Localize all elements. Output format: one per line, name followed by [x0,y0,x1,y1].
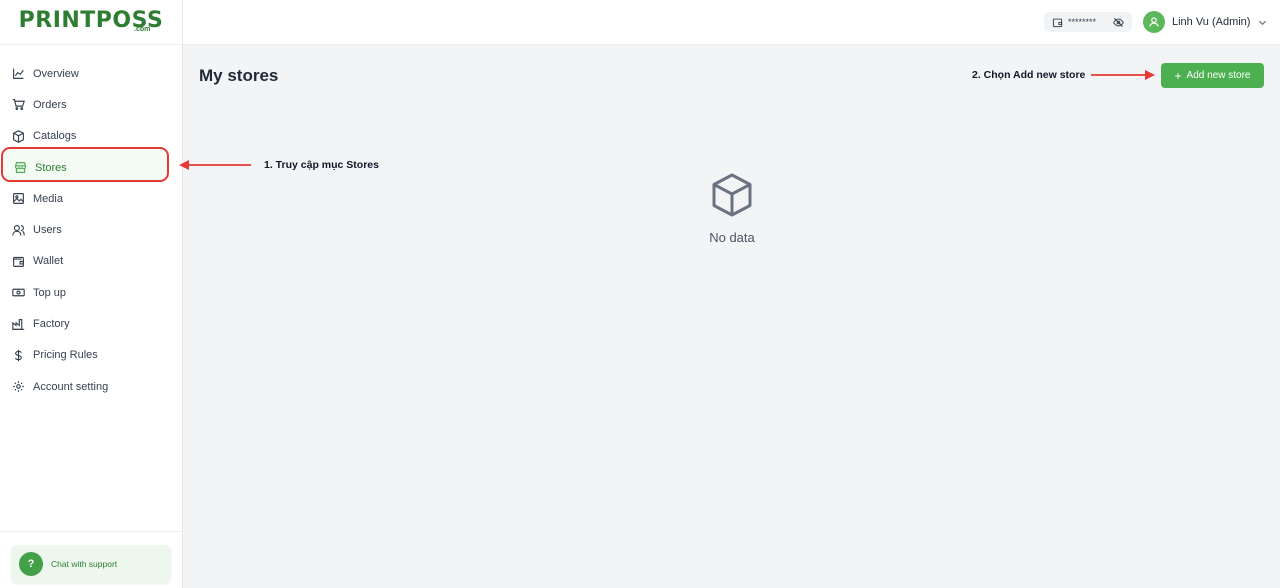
factory-icon [12,318,25,331]
box-icon [12,129,25,143]
image-icon [12,192,25,205]
gear-icon [12,380,25,393]
sidebar-item-label: Users [33,224,62,237]
sidebar-item-label: Stores [35,161,67,174]
plus-icon: + [1174,68,1182,83]
logo-suffix: .com [134,26,151,33]
sidebar-item-catalogs[interactable]: Catalogs [0,121,182,152]
users-icon [12,224,25,237]
sidebar-item-account-setting[interactable]: Account setting [0,371,182,402]
sidebar-item-label: Overview [33,67,79,80]
dollar-icon [12,349,25,362]
sidebar-item-label: Catalogs [33,130,77,143]
user-name: Linh Vu (Admin) [1172,16,1251,28]
wallet-balance-value: ******** [1068,17,1097,27]
avatar [1143,11,1165,33]
sidebar-item-label: Wallet [33,255,64,268]
sidebar-item-media[interactable]: Media [0,183,182,214]
store-icon [14,161,27,174]
chart-line-icon [12,67,25,80]
annotation-step-2: 2. Chọn Add new store [972,69,1086,81]
top-header: ******** Linh Vu (Admin) [183,0,1280,45]
sidebar-item-overview[interactable]: Overview [0,58,182,89]
sidebar-item-stores[interactable]: Stores [0,152,182,183]
annotation-arrow-add-store [1091,70,1155,80]
sidebar-nav: Overview Orders Catalogs Stores Media Us… [0,45,182,402]
sidebar-item-label: Top up [33,286,67,299]
empty-state-text: No data [709,230,755,245]
annotation-step-1: 1. Truy cập mục Stores [264,159,379,171]
box-icon [710,172,754,218]
eye-off-icon[interactable] [1113,17,1124,28]
sidebar: PRINTPOSS .com Overview Orders Catalogs [0,0,183,588]
sidebar-item-orders[interactable]: Orders [0,89,182,120]
user-menu[interactable]: Linh Vu (Admin) [1143,11,1267,33]
sidebar-item-label: Factory [33,318,70,331]
add-new-store-label: Add new store [1186,70,1251,81]
annotation-arrow-stores [179,160,251,170]
sidebar-item-label: Orders [33,98,67,111]
wallet-icon [12,255,25,268]
page-title: My stores [199,66,279,85]
chevron-down-icon [1258,18,1267,27]
cart-icon [12,98,25,111]
sidebar-item-factory[interactable]: Factory [0,308,182,339]
sidebar-item-wallet[interactable]: Wallet [0,246,182,277]
logo[interactable]: PRINTPOSS .com [0,0,182,45]
sidebar-item-label: Account setting [33,380,109,393]
sidebar-item-label: Pricing Rules [33,349,98,362]
sidebar-item-users[interactable]: Users [0,214,182,245]
sidebar-item-topup[interactable]: Top up [0,277,182,308]
add-new-store-button[interactable]: + Add new store [1161,63,1264,88]
empty-state: No data [682,172,782,245]
wallet-balance[interactable]: ******** [1044,12,1132,32]
sidebar-footer: ? Chat with support [0,531,183,588]
sidebar-item-label: Media [33,192,63,205]
cash-icon [12,286,25,299]
chat-support-button[interactable]: ? Chat with support [11,545,171,583]
chat-support-label: Chat with support [51,559,118,569]
sidebar-item-pricing-rules[interactable]: Pricing Rules [0,340,182,371]
wallet-icon [1052,17,1063,28]
help-icon: ? [19,552,43,576]
